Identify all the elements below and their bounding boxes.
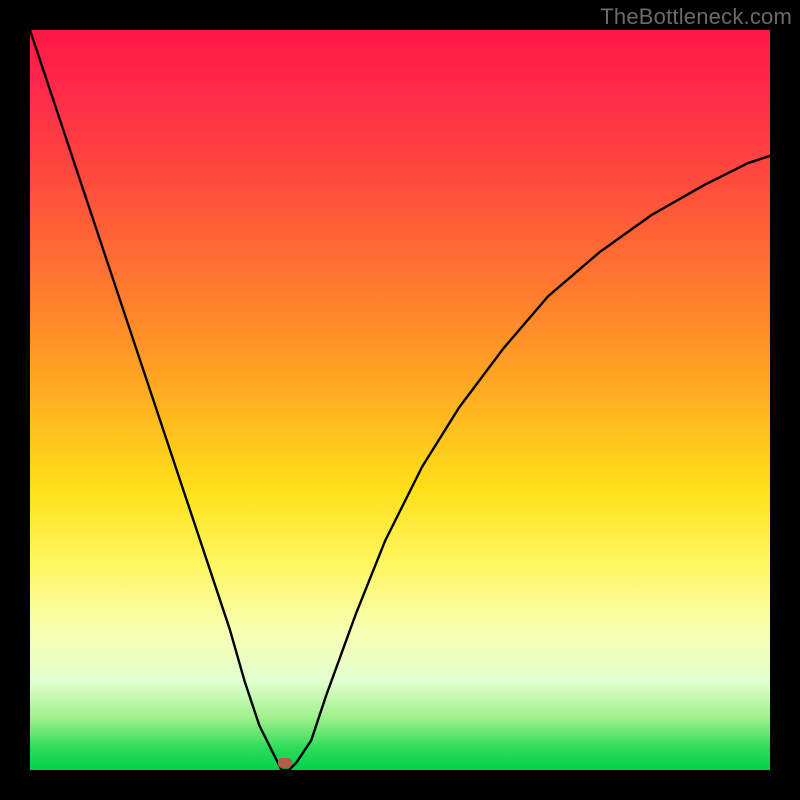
plot-area [30,30,770,770]
optimal-point-marker [278,758,292,768]
bottleneck-curve [30,30,770,770]
chart-frame: TheBottleneck.com [0,0,800,800]
curve-svg [30,30,770,770]
watermark-text: TheBottleneck.com [600,4,792,30]
